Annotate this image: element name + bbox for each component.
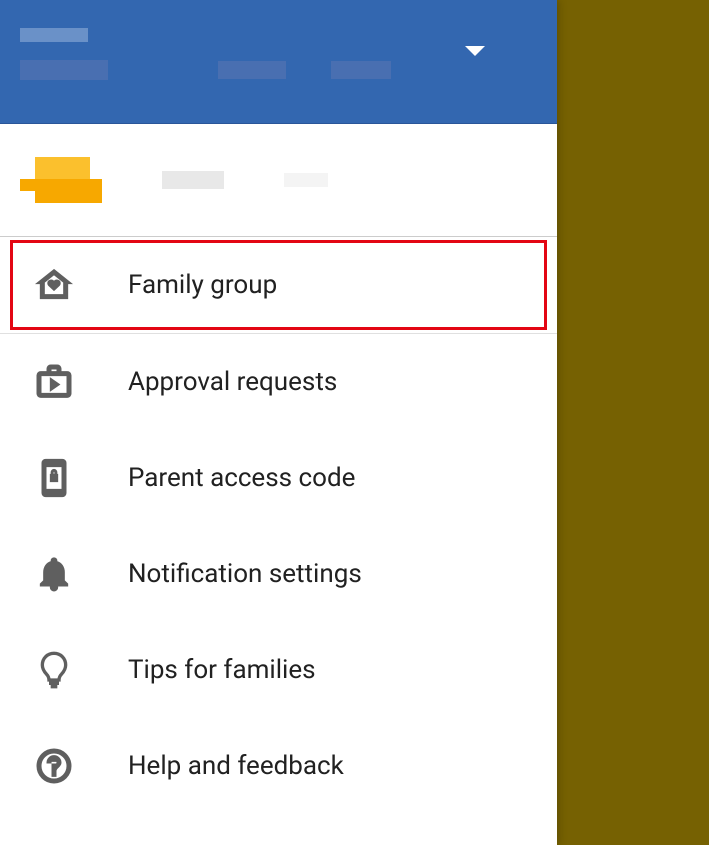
menu-tips-for-families[interactable]: Tips for families bbox=[0, 622, 557, 718]
menu-approval-requests[interactable]: Approval requests bbox=[0, 334, 557, 430]
menu-parent-access-code[interactable]: Parent access code bbox=[0, 430, 557, 526]
header-placeholder bbox=[20, 60, 108, 80]
logo-placeholder bbox=[162, 171, 224, 189]
header-placeholder bbox=[331, 61, 391, 79]
menu-label: Approval requests bbox=[128, 367, 337, 397]
help-icon bbox=[34, 746, 74, 786]
drawer-header bbox=[0, 0, 557, 124]
menu-label: Help and feedback bbox=[128, 751, 344, 781]
home-heart-icon bbox=[34, 265, 74, 305]
menu-help-feedback[interactable]: Help and feedback bbox=[0, 718, 557, 814]
header-row bbox=[20, 60, 537, 80]
backdrop bbox=[557, 0, 709, 845]
header-placeholder bbox=[20, 28, 88, 42]
menu-family-group[interactable]: Family group bbox=[10, 240, 547, 330]
menu-label: Family group bbox=[128, 270, 277, 300]
chevron-down-icon[interactable] bbox=[465, 46, 485, 56]
menu-list: Family group Approval requests Parent ac… bbox=[0, 236, 557, 814]
menu-label: Tips for families bbox=[128, 655, 316, 685]
phone-lock-icon bbox=[34, 458, 74, 498]
bell-icon bbox=[34, 554, 74, 594]
menu-label: Notification settings bbox=[128, 559, 362, 589]
logo-placeholder bbox=[284, 173, 328, 187]
navigation-drawer: Family group Approval requests Parent ac… bbox=[0, 0, 557, 845]
approval-icon bbox=[34, 362, 74, 402]
lightbulb-icon bbox=[34, 650, 74, 690]
menu-notification-settings[interactable]: Notification settings bbox=[0, 526, 557, 622]
logo-row bbox=[0, 124, 557, 236]
header-placeholder bbox=[218, 61, 286, 79]
menu-label: Parent access code bbox=[128, 463, 355, 493]
family-link-logo bbox=[20, 157, 102, 203]
